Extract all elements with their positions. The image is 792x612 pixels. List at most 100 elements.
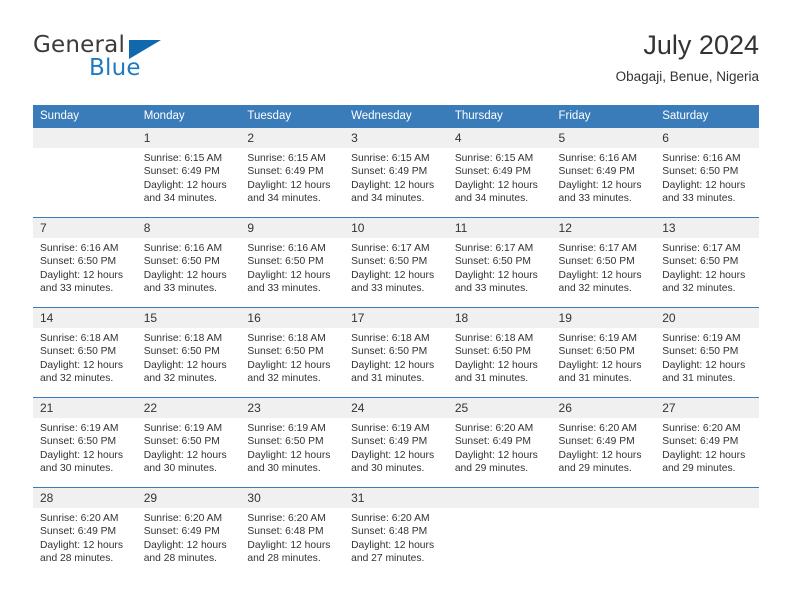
calendar-day-cell[interactable]: 1 Sunrise: 6:15 AM Sunset: 6:49 PM Daylight… — [136, 127, 241, 218]
sunset-text: Sunset: 6:50 PM — [40, 256, 117, 268]
sunset-text: Sunset: 6:49 PM — [247, 166, 324, 178]
calendar-day-cell[interactable]: 9 Sunrise: 6:16 AM Sunset: 6:50 PM Daylight… — [240, 217, 345, 308]
calendar-day-cell[interactable]: 7 Sunrise: 6:16 AM Sunset: 6:50 PM Daylight… — [33, 217, 137, 308]
sunrise-text: Sunrise: 6:15 AM — [143, 153, 223, 164]
calendar-day-cell[interactable]: 13 Sunrise: 6:17 AM Sunset: 6:50 PM Dayligh… — [655, 217, 759, 308]
sunrise-text: Sunrise: 6:19 AM — [351, 423, 430, 434]
calendar-day-cell[interactable]: 28 Sunrise: 6:20 AM Sunset: 6:49 PM Dayligh… — [33, 487, 137, 577]
day-number: 1 — [136, 128, 241, 148]
sunset-text: Sunset: 6:50 PM — [143, 256, 220, 268]
calendar-day-cell[interactable]: 25 Sunrise: 6:20 AM Sunset: 6:49 PM Dayligh… — [447, 397, 552, 488]
page-header: General Blue July 2024 Obagaji, Benue, N… — [33, 28, 759, 96]
day-number: 6 — [655, 128, 759, 148]
calendar-day-cell[interactable]: 16 Sunrise: 6:18 AM Sunset: 6:50 PM Dayligh… — [240, 307, 345, 398]
sunrise-text: Sunrise: 6:17 AM — [351, 243, 430, 254]
calendar-day-cell[interactable]: 29 Sunrise: 6:20 AM Sunset: 6:49 PM Dayligh… — [136, 487, 241, 577]
day-number: 7 — [33, 218, 137, 238]
calendar-day-cell[interactable]: 27 Sunrise: 6:20 AM Sunset: 6:49 PM Dayligh… — [655, 397, 759, 488]
day-number: 2 — [240, 128, 345, 148]
day-number: 12 — [551, 218, 656, 238]
day-number: 29 — [136, 488, 241, 508]
daylight-text-line2: and 34 minutes. — [143, 193, 217, 205]
calendar-day-cell[interactable]: 2 Sunrise: 6:15 AM Sunset: 6:49 PM Daylight… — [240, 127, 345, 218]
day-details: Sunrise: 6:17 AM Sunset: 6:50 PM Daylight:… — [448, 238, 552, 296]
daylight-text-line1: Daylight: 12 hours — [454, 449, 538, 461]
location-subtitle: Obagaji, Benue, Nigeria — [615, 69, 759, 84]
daylight-text-line1: Daylight: 12 hours — [247, 269, 331, 281]
daylight-text-line1: Daylight: 12 hours — [40, 539, 123, 551]
calendar-day-cell[interactable]: 17 Sunrise: 6:18 AM Sunset: 6:50 PM Dayligh… — [344, 307, 448, 398]
sunset-text: Sunset: 6:50 PM — [40, 436, 117, 448]
sunset-text: Sunset: 6:49 PM — [351, 166, 428, 178]
calendar-day-cell[interactable]: 10 Sunrise: 6:17 AM Sunset: 6:50 PM Dayligh… — [344, 217, 448, 308]
calendar-day-cell[interactable]: 4 Sunrise: 6:15 AM Sunset: 6:49 PM Daylight… — [447, 127, 552, 218]
calendar-day-cell[interactable]: 19 Sunrise: 6:19 AM Sunset: 6:50 PM Dayligh… — [551, 307, 656, 398]
day-details: Sunrise: 6:16 AM Sunset: 6:50 PM Daylight:… — [137, 238, 241, 296]
day-details: Sunrise: 6:20 AM Sunset: 6:49 PM Daylight:… — [655, 418, 759, 476]
day-number: 19 — [551, 308, 656, 328]
brand-logo[interactable]: General Blue — [33, 32, 293, 90]
day-details: Sunrise: 6:20 AM Sunset: 6:49 PM Daylight:… — [33, 508, 137, 566]
daylight-text-line2: and 31 minutes. — [351, 373, 425, 385]
daylight-text-line1: Daylight: 12 hours — [662, 359, 746, 371]
daylight-text-line2: and 31 minutes. — [662, 373, 736, 385]
sunset-text: Sunset: 6:50 PM — [454, 256, 531, 268]
sunrise-text: Sunrise: 6:19 AM — [662, 333, 741, 344]
calendar-day-cell[interactable]: 11 Sunrise: 6:17 AM Sunset: 6:50 PM Dayligh… — [447, 217, 552, 308]
day-number: 16 — [240, 308, 345, 328]
day-details: Sunrise: 6:18 AM Sunset: 6:50 PM Daylight:… — [137, 328, 241, 386]
calendar-day-cell[interactable]: 24 Sunrise: 6:19 AM Sunset: 6:49 PM Dayligh… — [344, 397, 448, 488]
sunset-text: Sunset: 6:50 PM — [558, 346, 635, 358]
calendar-day-cell[interactable]: 31 Sunrise: 6:20 AM Sunset: 6:48 PM Dayligh… — [344, 487, 448, 577]
calendar-day-cell[interactable]: 18 Sunrise: 6:18 AM Sunset: 6:50 PM Dayligh… — [447, 307, 552, 398]
calendar-day-cell[interactable]: 21 Sunrise: 6:19 AM Sunset: 6:50 PM Dayligh… — [33, 397, 137, 488]
calendar-day-cell[interactable]: 20 Sunrise: 6:19 AM Sunset: 6:50 PM Dayligh… — [655, 307, 759, 398]
day-details: Sunrise: 6:20 AM Sunset: 6:49 PM Daylight:… — [552, 418, 656, 476]
calendar-body: 1 Sunrise: 6:15 AM Sunset: 6:49 PM Daylight… — [33, 127, 759, 577]
weekday-header-wednesday: Wednesday — [344, 105, 448, 128]
daylight-text-line1: Daylight: 12 hours — [558, 359, 642, 371]
sunset-text: Sunset: 6:48 PM — [351, 526, 428, 538]
daylight-text-line2: and 32 minutes. — [247, 373, 321, 385]
daylight-text-line1: Daylight: 12 hours — [662, 449, 746, 461]
calendar-day-cell[interactable]: 12 Sunrise: 6:17 AM Sunset: 6:50 PM Dayligh… — [551, 217, 656, 308]
daylight-text-line1: Daylight: 12 hours — [247, 449, 331, 461]
calendar-day-cell[interactable]: 23 Sunrise: 6:19 AM Sunset: 6:50 PM Dayligh… — [240, 397, 345, 488]
calendar-day-cell[interactable]: 3 Sunrise: 6:15 AM Sunset: 6:49 PM Daylight… — [344, 127, 448, 218]
sunset-text: Sunset: 6:50 PM — [662, 256, 739, 268]
sunset-text: Sunset: 6:50 PM — [247, 346, 324, 358]
daylight-text-line2: and 32 minutes. — [662, 283, 736, 295]
daylight-text-line2: and 32 minutes. — [143, 373, 217, 385]
calendar-day-cell[interactable]: 30 Sunrise: 6:20 AM Sunset: 6:48 PM Dayligh… — [240, 487, 345, 577]
day-details: Sunrise: 6:15 AM Sunset: 6:49 PM Daylight:… — [448, 148, 552, 206]
weekday-header-friday: Friday — [551, 105, 656, 128]
sunset-text: Sunset: 6:50 PM — [143, 436, 220, 448]
sunrise-text: Sunrise: 6:20 AM — [454, 423, 534, 434]
sunrise-text: Sunrise: 6:16 AM — [40, 243, 119, 254]
calendar-cell-empty — [655, 487, 759, 577]
daylight-text-line1: Daylight: 12 hours — [558, 269, 642, 281]
sunset-text: Sunset: 6:50 PM — [662, 166, 739, 178]
day-details: Sunrise: 6:15 AM Sunset: 6:49 PM Daylight:… — [240, 148, 344, 206]
calendar-day-cell[interactable]: 8 Sunrise: 6:16 AM Sunset: 6:50 PM Daylight… — [136, 217, 241, 308]
sunset-text: Sunset: 6:49 PM — [558, 436, 635, 448]
sunrise-text: Sunrise: 6:17 AM — [454, 243, 534, 254]
calendar-day-cell[interactable]: 26 Sunrise: 6:20 AM Sunset: 6:49 PM Dayligh… — [551, 397, 656, 488]
daylight-text-line2: and 33 minutes. — [662, 193, 736, 205]
sunrise-text: Sunrise: 6:16 AM — [558, 153, 637, 164]
calendar-day-cell[interactable]: 22 Sunrise: 6:19 AM Sunset: 6:50 PM Dayligh… — [136, 397, 241, 488]
calendar-day-cell[interactable]: 5 Sunrise: 6:16 AM Sunset: 6:49 PM Daylight… — [551, 127, 656, 218]
page-title: July 2024 — [643, 30, 759, 60]
daylight-text-line1: Daylight: 12 hours — [143, 179, 227, 191]
day-number: 31 — [344, 488, 448, 508]
day-number: 13 — [655, 218, 759, 238]
calendar-day-cell[interactable]: 14 Sunrise: 6:18 AM Sunset: 6:50 PM Dayligh… — [33, 307, 137, 398]
day-details: Sunrise: 6:18 AM Sunset: 6:50 PM Daylight:… — [240, 328, 344, 386]
day-number: 23 — [240, 398, 345, 418]
title-block: July 2024 Obagaji, Benue, Nigeria — [616, 28, 759, 87]
daylight-text-line2: and 29 minutes. — [558, 463, 632, 475]
day-details: Sunrise: 6:16 AM Sunset: 6:50 PM Daylight:… — [240, 238, 344, 296]
daylight-text-line1: Daylight: 12 hours — [662, 269, 746, 281]
calendar-day-cell[interactable]: 6 Sunrise: 6:16 AM Sunset: 6:50 PM Daylight… — [655, 127, 759, 218]
calendar-day-cell[interactable]: 15 Sunrise: 6:18 AM Sunset: 6:50 PM Dayligh… — [136, 307, 241, 398]
